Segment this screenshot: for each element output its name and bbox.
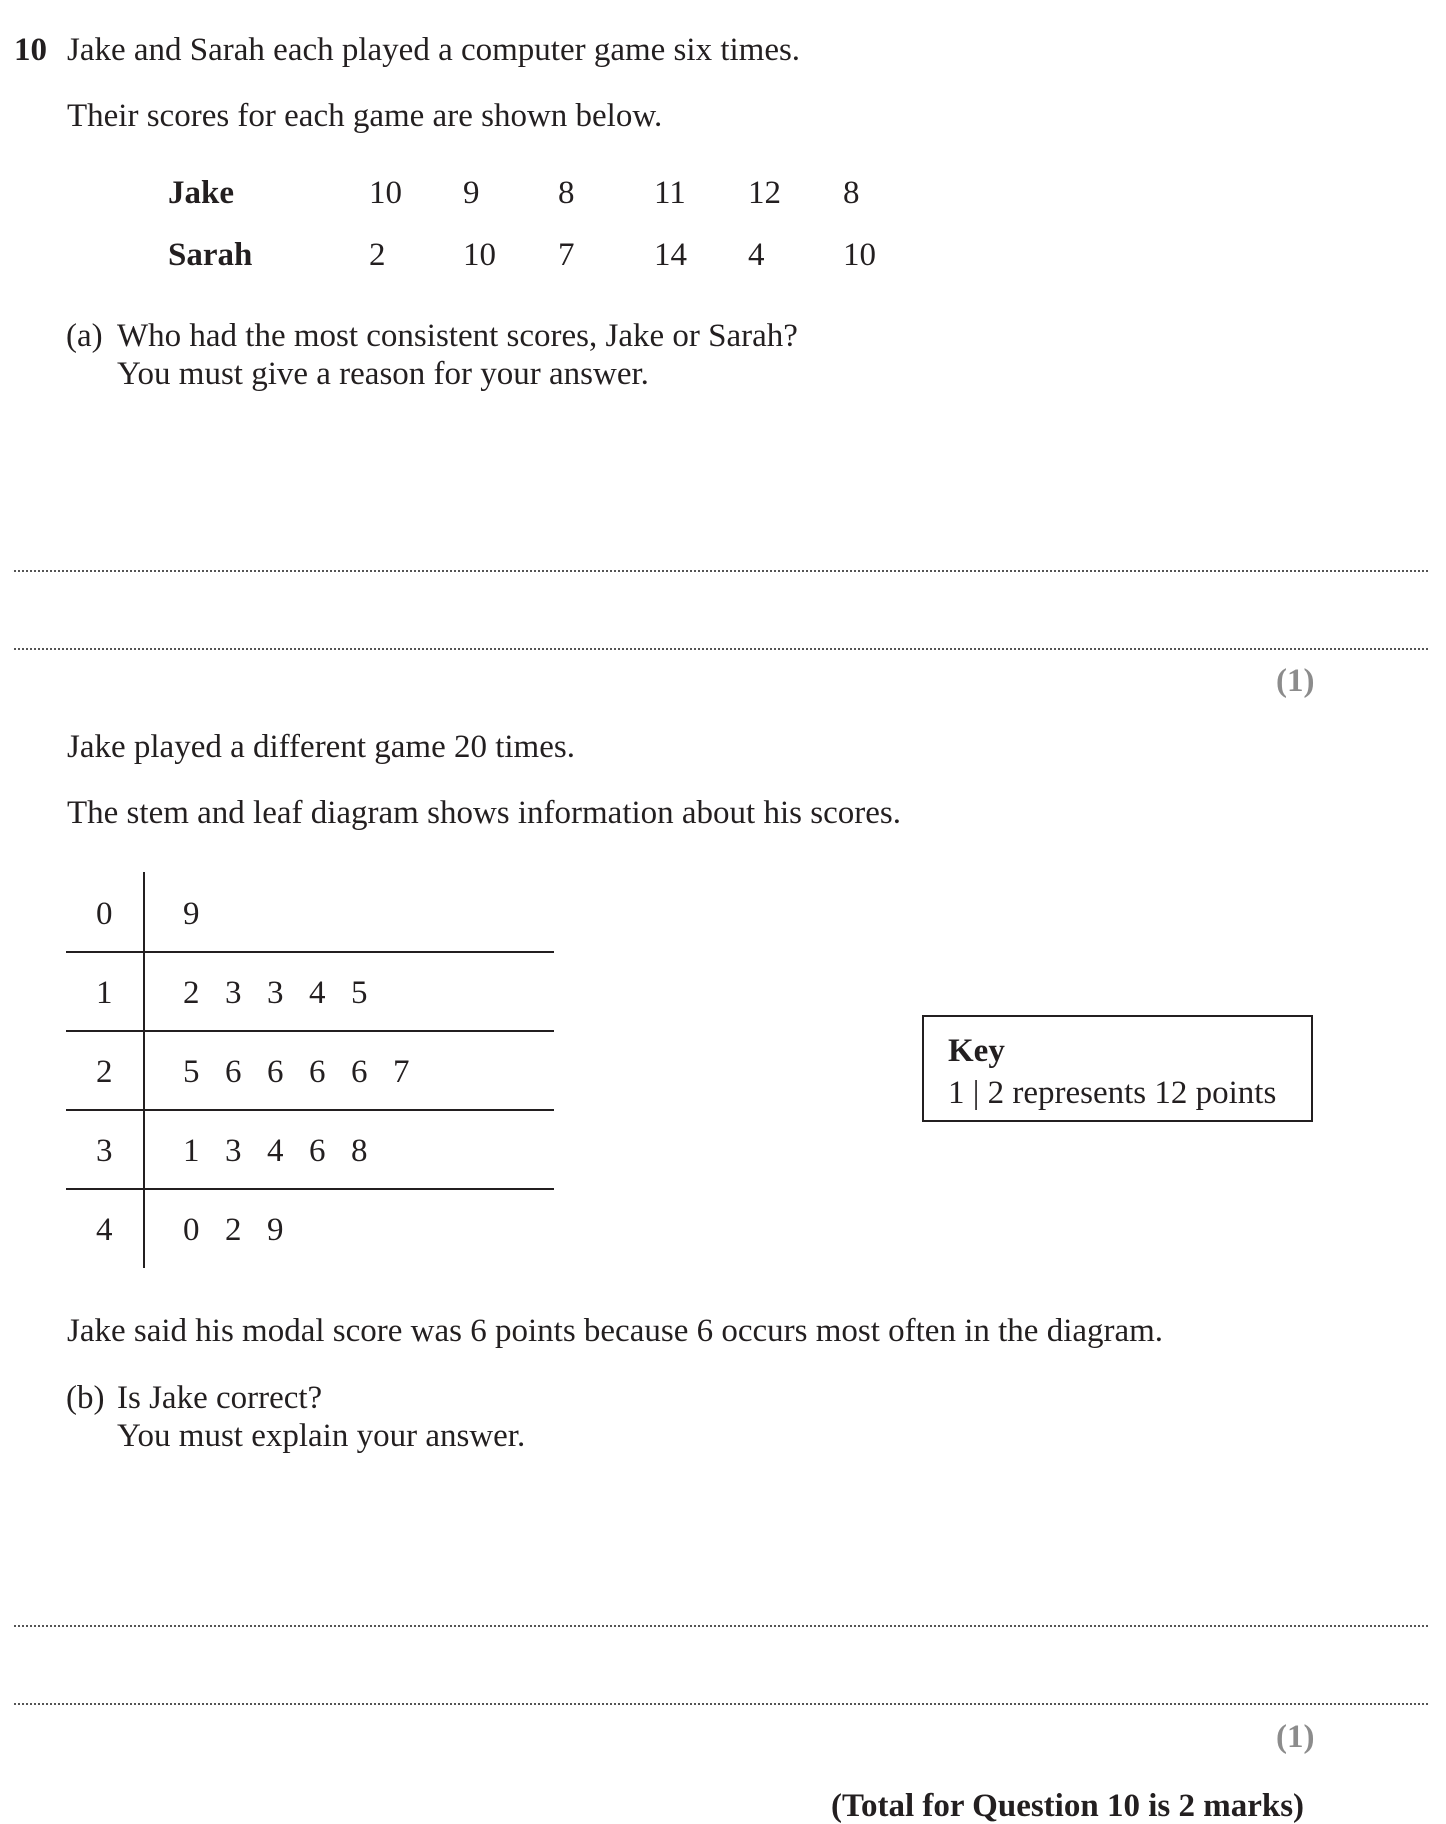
score-cell: 2 [369,237,386,273]
leaf: 6 [267,1054,284,1090]
leaf: 6 [351,1054,368,1090]
row-name: Jake [168,175,234,211]
leaf: 2 [225,1212,242,1248]
score-cell: 12 [748,175,781,211]
leaf: 6 [309,1054,326,1090]
modal-statement: Jake said his modal score was 6 points b… [67,1313,1164,1349]
part-a-marks: (1) [1276,663,1315,699]
row-divider [66,1030,554,1032]
stem: 2 [96,1054,113,1090]
part-b-instruction: You must explain your answer. [117,1418,526,1454]
score-cell: 10 [843,237,876,273]
key-text: 1 | 2 represents 12 points [948,1075,1277,1111]
leaf: 3 [225,975,242,1011]
score-cell: 4 [748,237,765,273]
question-number: 10 [14,32,47,68]
stem: 3 [96,1133,113,1169]
part-a-question: Who had the most consistent scores, Jake… [117,318,798,354]
row-name: Sarah [168,237,253,273]
leaf: 4 [309,975,326,1011]
stem: 1 [96,975,113,1011]
leaf: 2 [183,975,200,1011]
row-divider [66,1188,554,1190]
stem-leaf-intro-1: Jake played a different game 20 times. [67,729,575,765]
stem-divider [143,872,145,1268]
leaf: 6 [309,1133,326,1169]
row-divider [66,951,554,953]
part-b-question: Is Jake correct? [117,1380,323,1416]
total-marks: (Total for Question 10 is 2 marks) [831,1788,1305,1824]
answer-line-a1[interactable] [14,570,1428,572]
answer-line-b2[interactable] [14,1703,1428,1705]
score-cell: 8 [843,175,860,211]
key-box: Key 1 | 2 represents 12 points [922,1015,1313,1122]
stem-leaf-intro-2: The stem and leaf diagram shows informat… [67,795,901,831]
score-cell: 10 [369,175,402,211]
leaf: 7 [393,1054,410,1090]
leaf: 6 [225,1054,242,1090]
leaf: 9 [183,896,200,932]
stem: 4 [96,1212,113,1248]
question-intro: Jake and Sarah each played a computer ga… [67,32,801,68]
leaf: 0 [183,1212,200,1248]
leaf: 8 [351,1133,368,1169]
key-title: Key [948,1033,1005,1069]
part-a-instruction: You must give a reason for your answer. [117,356,649,392]
score-cell: 8 [558,175,575,211]
leaf: 5 [183,1054,200,1090]
part-b-label: (b) [66,1380,105,1416]
answer-line-a2[interactable] [14,648,1428,650]
scores-intro: Their scores for each game are shown bel… [67,98,663,134]
part-a-label: (a) [66,318,103,354]
leaf: 9 [267,1212,284,1248]
leaf: 1 [183,1133,200,1169]
leaf: 4 [267,1133,284,1169]
leaf: 3 [225,1133,242,1169]
stem: 0 [96,896,113,932]
row-divider [66,1109,554,1111]
answer-line-b1[interactable] [14,1625,1428,1627]
score-cell: 7 [558,237,575,273]
leaf: 5 [351,975,368,1011]
part-b-marks: (1) [1276,1719,1315,1755]
leaf: 3 [267,975,284,1011]
score-cell: 14 [654,237,687,273]
score-cell: 9 [463,175,480,211]
score-cell: 11 [654,175,686,211]
score-cell: 10 [463,237,496,273]
